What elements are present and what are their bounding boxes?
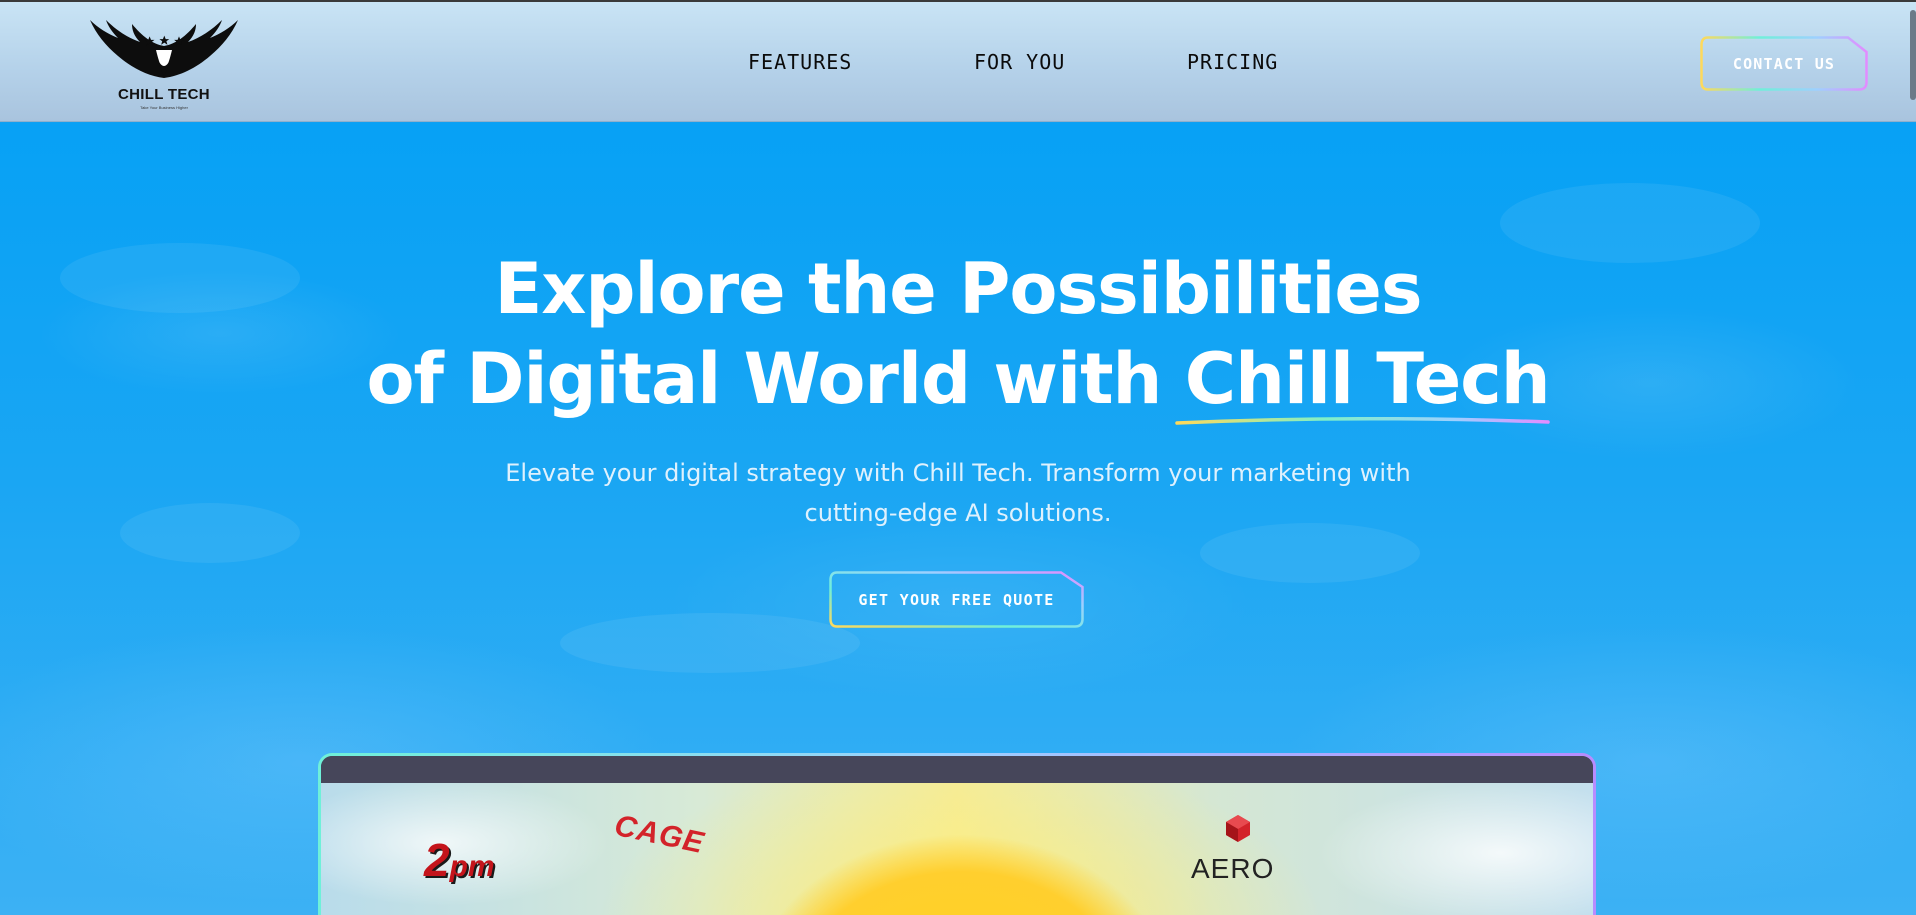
free-quote-label: GET YOUR FREE QUOTE — [858, 590, 1055, 609]
hero-subtext: Elevate your digital strategy with Chill… — [0, 453, 1916, 533]
brand-logo-2pm: 2pm — [424, 833, 495, 887]
preview-title-bar — [321, 756, 1593, 783]
logo-wordmark: CHILL TECH — [118, 86, 210, 103]
brand-2pm-suffix: pm — [449, 850, 495, 883]
headline-underline-swoosh — [1175, 417, 1550, 425]
free-quote-button[interactable]: GET YOUR FREE QUOTE — [829, 571, 1084, 628]
brand-preview-frame: 2pm CAGE AERO — [318, 753, 1596, 915]
nav-features[interactable]: FEATURES — [748, 50, 852, 74]
hero-headline-line2: of Digital World with Chill Tech — [366, 338, 1550, 420]
site-logo[interactable]: CHILL TECH Take Your Business Higher — [88, 16, 240, 112]
brand-aero-wordmark: AERO — [1191, 853, 1275, 884]
brand-logo-aero: AERO — [1191, 813, 1281, 893]
eagle-logo-icon — [90, 20, 238, 78]
bg-texture — [560, 613, 860, 673]
hero-headline-line1: Explore the Possibilities — [494, 248, 1422, 330]
aero-cube-icon — [1226, 815, 1250, 842]
contact-us-button[interactable]: CONTACT US — [1700, 36, 1868, 91]
hero-section: Explore the Possibilities of Digital Wor… — [0, 123, 1916, 915]
preview-showcase: 2pm CAGE AERO — [321, 783, 1593, 915]
site-header: CHILL TECH Take Your Business Higher FEA… — [0, 2, 1916, 122]
brand-2pm-number: 2 — [424, 834, 450, 886]
nav-for-you[interactable]: FOR YOU — [974, 50, 1065, 74]
hero-subtext-line2: cutting-edge AI solutions. — [804, 499, 1112, 527]
hero-subtext-line1: Elevate your digital strategy with Chill… — [505, 459, 1411, 487]
nav-pricing[interactable]: PRICING — [1187, 50, 1278, 74]
brand-logo-cage: CAGE — [611, 808, 708, 861]
contact-us-label: CONTACT US — [1732, 54, 1836, 73]
logo-tagline: Take Your Business Higher — [140, 105, 188, 110]
page-scrollbar[interactable] — [1910, 10, 1916, 100]
